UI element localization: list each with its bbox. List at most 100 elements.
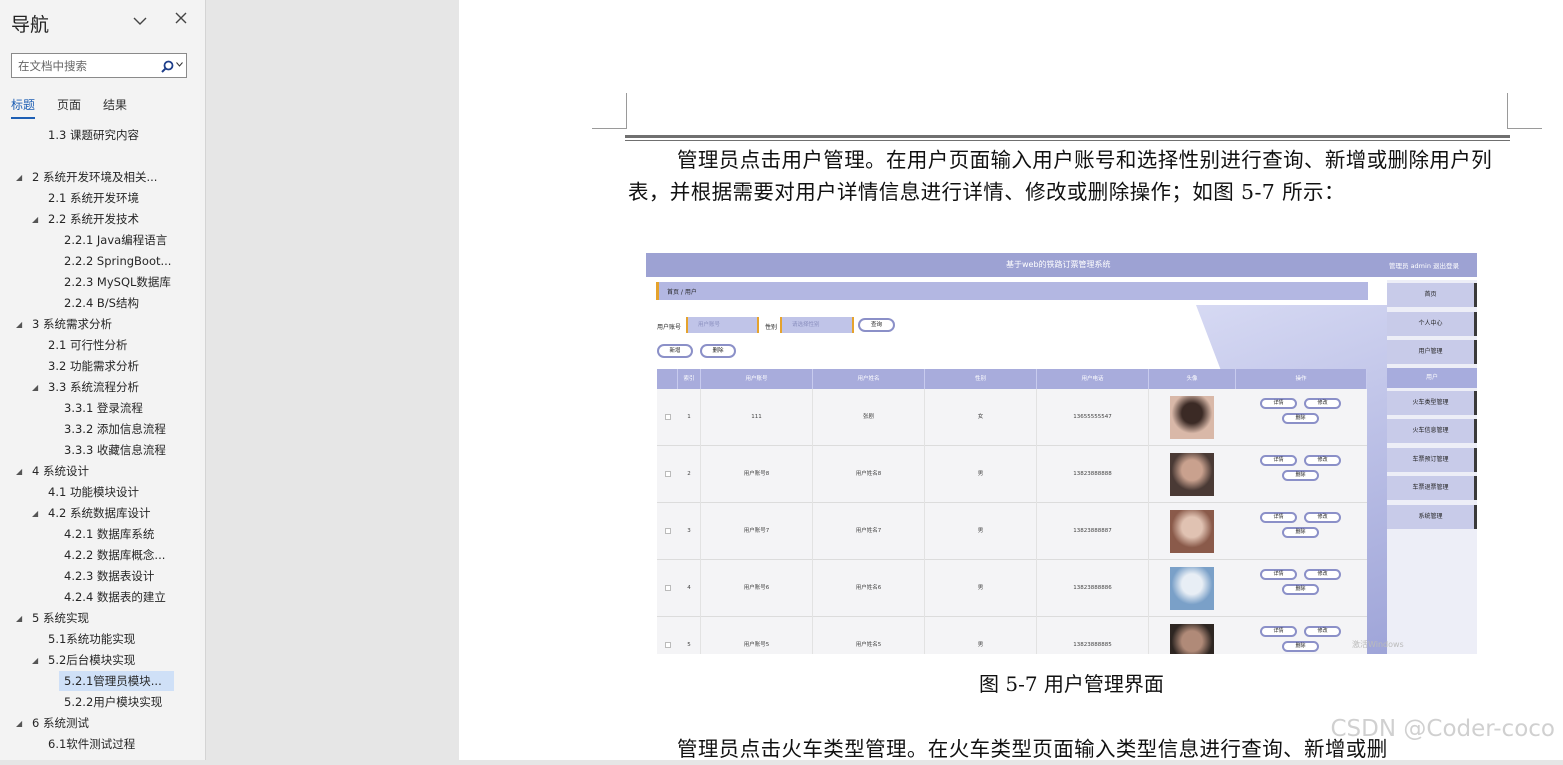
nav-heading-item[interactable]: ◢ 2 系统开发环境及相关... xyxy=(16,167,157,187)
expand-toggle-icon[interactable]: ◢ xyxy=(16,315,22,335)
nav-heading-item[interactable]: ◢ 3.3 系统流程分析 xyxy=(32,377,139,397)
delete-row-button[interactable]: 删除 xyxy=(1282,584,1319,595)
delete-row-button[interactable]: 删除 xyxy=(1282,470,1319,481)
nav-heading-item[interactable]: 6.1软件测试过程 xyxy=(48,734,135,754)
nav-heading-label: 5 系统实现 xyxy=(32,611,89,625)
side-menu-item[interactable]: 用户管理 xyxy=(1387,340,1477,364)
nav-heading-label: 2.2 系统开发技术 xyxy=(48,212,139,226)
expand-toggle-icon[interactable]: ◢ xyxy=(16,609,22,629)
nav-heading-item[interactable]: 3.3.1 登录流程 xyxy=(64,398,143,418)
detail-button[interactable]: 详情 xyxy=(1260,455,1297,466)
nav-heading-item[interactable]: 5.1系统功能实现 xyxy=(48,629,135,649)
nav-heading-item[interactable]: ◢ 5 系统实现 xyxy=(16,608,89,628)
row-checkbox[interactable] xyxy=(665,528,671,534)
nav-heading-item[interactable]: 1.3 课题研究内容 xyxy=(48,125,139,145)
expand-toggle-icon[interactable]: ◢ xyxy=(32,210,38,230)
nav-heading-label: 5.1系统功能实现 xyxy=(48,632,136,646)
tab-headings[interactable]: 标题 xyxy=(11,96,36,119)
search-icon[interactable] xyxy=(161,58,174,73)
nav-heading-label: 6 系统测试 xyxy=(32,716,89,730)
edit-button[interactable]: 修改 xyxy=(1304,569,1341,580)
nav-heading-item[interactable]: ◢ 4.2 系统数据库设计 xyxy=(32,503,151,523)
navigation-pane: 导航 标题 页面 结果 1.3 课题研究内容 ◢ 2 系统开发环境及相关... 2.1… xyxy=(0,0,206,760)
table-row: 1 111 张剧女 13655555547 详情 修改 删除 xyxy=(657,389,1367,446)
delete-row-button[interactable]: 删除 xyxy=(1282,641,1319,652)
chevron-down-icon[interactable] xyxy=(132,13,148,29)
expand-toggle-icon[interactable]: ◢ xyxy=(32,378,38,398)
nav-heading-item[interactable]: ◢ 3 系统需求分析 xyxy=(16,314,112,334)
row-checkbox[interactable] xyxy=(665,471,671,477)
nav-heading-label: 2.2.1 Java编程语言 xyxy=(64,233,168,247)
nav-heading-item[interactable]: 3.3.3 收藏信息流程 xyxy=(64,440,166,460)
nav-heading-label: 5.2.2用户模块实现 xyxy=(64,695,163,709)
nav-heading-item[interactable]: 2.2.2 SpringBoot... xyxy=(64,251,171,271)
gender-label: 性别 xyxy=(765,324,778,331)
side-menu-item[interactable]: 系统管理 xyxy=(1387,505,1477,529)
nav-heading-item[interactable]: ◢ 5.2后台模块实现 xyxy=(32,650,135,670)
nav-heading-item[interactable]: 4.2.3 数据表设计 xyxy=(64,566,154,586)
table-header-cell: 性别 xyxy=(925,369,1037,389)
table-cell: 13823888888 xyxy=(1037,446,1149,503)
account-input[interactable]: 用户账号 xyxy=(686,317,759,333)
query-button[interactable]: 查询 xyxy=(858,318,895,332)
nav-heading-label: 2.2.3 MySQL数据库 xyxy=(64,275,171,289)
table-cell: 用户账号5 xyxy=(701,617,813,654)
row-checkbox[interactable] xyxy=(665,585,671,591)
table-header-cell: 用户姓名 xyxy=(813,369,925,389)
edit-button[interactable]: 修改 xyxy=(1304,626,1341,637)
expand-toggle-icon[interactable]: ◢ xyxy=(16,168,22,188)
delete-button[interactable]: 删除 xyxy=(700,344,736,358)
search-input[interactable] xyxy=(12,54,152,77)
side-menu-item[interactable]: 首页 xyxy=(1387,283,1477,307)
row-checkbox[interactable] xyxy=(665,642,671,648)
edit-button[interactable]: 修改 xyxy=(1304,512,1341,523)
nav-heading-item[interactable]: ◢ 4 系统设计 xyxy=(16,461,89,481)
nav-heading-item[interactable]: 4.2.2 数据库概念... xyxy=(64,545,165,565)
tab-results[interactable]: 结果 xyxy=(103,96,127,119)
nav-heading-label: 4.2 系统数据库设计 xyxy=(48,506,151,520)
nav-heading-item[interactable]: 4.1 功能模块设计 xyxy=(48,482,139,502)
delete-row-button[interactable]: 删除 xyxy=(1282,527,1319,538)
edit-button[interactable]: 修改 xyxy=(1304,455,1341,466)
table-row: 5 用户账号5 用户姓名5 男 13823888885 详情 修改 删除 xyxy=(657,617,1367,654)
nav-tabs: 标题 页面 结果 xyxy=(11,96,127,119)
side-menu-item[interactable]: 用户 xyxy=(1387,368,1477,388)
tab-pages[interactable]: 页面 xyxy=(57,96,81,119)
nav-heading-item[interactable]: 2.2.3 MySQL数据库 xyxy=(64,272,171,292)
side-menu-item[interactable]: 车票预订管理 xyxy=(1387,448,1477,472)
add-button[interactable]: 新增 xyxy=(657,344,693,358)
delete-row-button[interactable]: 删除 xyxy=(1282,413,1319,424)
nav-heading-item[interactable]: 4.2.4 数据表的建立 xyxy=(64,587,166,607)
breadcrumb-text: 首页 / 用户 xyxy=(667,289,697,296)
expand-toggle-icon[interactable]: ◢ xyxy=(32,651,38,671)
detail-button[interactable]: 详情 xyxy=(1260,512,1297,523)
nav-heading-item[interactable]: ◢ 2.2 系统开发技术 xyxy=(32,209,139,229)
expand-toggle-icon[interactable]: ◢ xyxy=(32,504,38,524)
expand-toggle-icon[interactable]: ◢ xyxy=(16,714,22,734)
expand-toggle-icon[interactable]: ◢ xyxy=(16,462,22,482)
nav-heading-item[interactable]: 2.2.4 B/S结构 xyxy=(64,293,139,313)
avatar xyxy=(1170,567,1214,610)
nav-heading-item[interactable]: 5.2.1管理员模块... xyxy=(59,671,174,691)
side-menu-item[interactable]: 个人中心 xyxy=(1387,312,1477,336)
nav-heading-item[interactable]: 3.2 功能需求分析 xyxy=(48,356,139,376)
side-menu-item[interactable]: 车票退票管理 xyxy=(1387,476,1477,500)
close-icon[interactable] xyxy=(174,10,188,29)
gender-select[interactable]: 请选择性别 xyxy=(780,317,854,333)
side-menu-item[interactable]: 火车信息管理 xyxy=(1387,419,1477,443)
nav-heading-item[interactable]: ◢ 6 系统测试 xyxy=(16,713,89,733)
edit-button[interactable]: 修改 xyxy=(1304,398,1341,409)
nav-heading-item[interactable]: 2.1 可行性分析 xyxy=(48,335,127,355)
nav-heading-item[interactable]: 3.3.2 添加信息流程 xyxy=(64,419,166,439)
table-cell: 4 xyxy=(678,560,701,617)
detail-button[interactable]: 详情 xyxy=(1260,626,1297,637)
detail-button[interactable]: 详情 xyxy=(1260,398,1297,409)
side-menu-item[interactable]: 火车类型管理 xyxy=(1387,391,1477,415)
dropdown-arrow-icon[interactable] xyxy=(176,60,183,69)
detail-button[interactable]: 详情 xyxy=(1260,569,1297,580)
nav-heading-item[interactable]: 2.1 系统开发环境 xyxy=(48,188,139,208)
nav-heading-item[interactable]: 5.2.2用户模块实现 xyxy=(64,692,162,712)
row-checkbox[interactable] xyxy=(665,414,671,420)
nav-heading-item[interactable]: 4.2.1 数据库系统 xyxy=(64,524,154,544)
nav-heading-item[interactable]: 2.2.1 Java编程语言 xyxy=(64,230,167,250)
